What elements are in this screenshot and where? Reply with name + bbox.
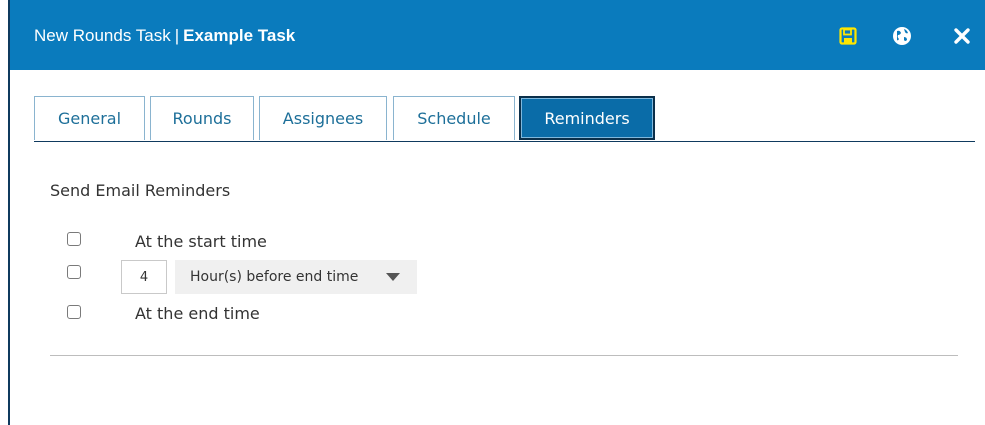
- title-separator: |: [174, 26, 180, 45]
- tab-general[interactable]: General: [34, 96, 145, 140]
- end-time-label: At the end time: [135, 304, 260, 323]
- start-time-checkbox[interactable]: [67, 232, 81, 246]
- tab-rounds[interactable]: Rounds: [150, 96, 254, 140]
- divider: [50, 355, 958, 356]
- reminder-unit-select[interactable]: Hour(s) before end time: [175, 260, 417, 294]
- save-icon[interactable]: [836, 24, 860, 48]
- tab-schedule[interactable]: Schedule: [393, 96, 515, 140]
- tab-reminders[interactable]: Reminders: [519, 96, 655, 140]
- title-prefix: New Rounds Task: [34, 26, 171, 45]
- tab-rounds-label: Rounds: [172, 109, 232, 128]
- task-name: Example Task: [183, 26, 296, 45]
- tab-schedule-label: Schedule: [417, 109, 491, 128]
- hours-input[interactable]: 4: [121, 260, 167, 294]
- reminder-unit-value: Hour(s) before end time: [190, 269, 359, 285]
- before-end-checkbox[interactable]: [67, 265, 81, 279]
- globe-icon[interactable]: [890, 24, 914, 48]
- section-title: Send Email Reminders: [50, 181, 231, 200]
- dialog-header: New Rounds Task | Example Task: [10, 0, 985, 70]
- start-time-label: At the start time: [135, 232, 267, 251]
- tab-underline: [34, 141, 975, 142]
- close-icon[interactable]: [950, 24, 974, 48]
- tab-reminders-label: Reminders: [544, 108, 630, 128]
- tab-general-label: General: [57, 109, 122, 128]
- dropdown-arrow-icon: [386, 273, 400, 281]
- dialog-title: New Rounds Task | Example Task: [34, 26, 295, 46]
- tab-assignees-label: Assignees: [282, 109, 364, 128]
- end-time-checkbox[interactable]: [67, 305, 81, 319]
- tab-assignees[interactable]: Assignees: [259, 96, 387, 140]
